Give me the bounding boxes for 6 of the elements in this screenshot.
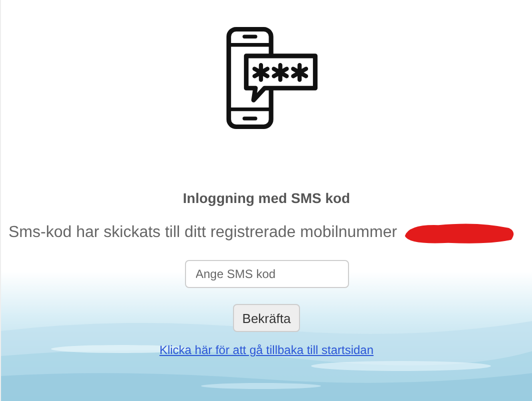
- heading: Inloggning med SMS kod: [182, 190, 350, 206]
- message-text: Sms-kod har skickats till ditt registrerade mobilnummer: [8, 224, 398, 242]
- confirm-button[interactable]: Bekräfta: [233, 304, 300, 332]
- phone-message-icon: [226, 26, 318, 130]
- sms-code-field[interactable]: Ange SMS kod: [184, 260, 348, 288]
- back-link[interactable]: Klicka här för att gå tillbaka till startsidan: [159, 343, 374, 357]
